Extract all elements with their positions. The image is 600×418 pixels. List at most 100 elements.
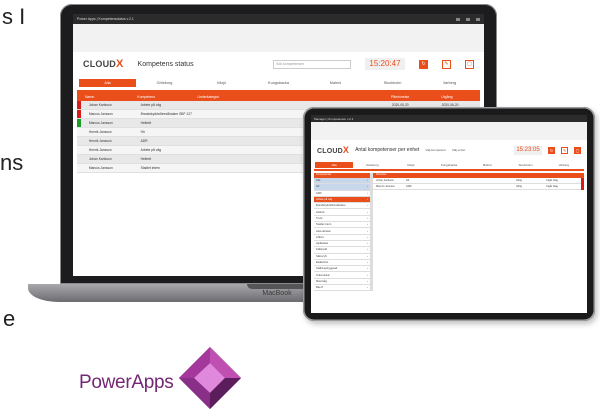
tab-malmo[interactable]: Malmö [307,81,364,85]
delete-button[interactable]: ▢ [574,146,581,154]
sidebar-item-label: Stadiet intern [316,223,332,227]
minimize-icon[interactable] [456,17,460,21]
list-cell-status: Giltig [516,185,522,188]
unit-dropdown[interactable]: Välj enhet [452,148,465,152]
competence-dropdown[interactable]: Välj kompetens [425,148,446,152]
cloudx-logo: CLOUDX [317,145,350,155]
table-cell-name: Johan Karlsson [88,103,112,107]
tablet-screen: Manager | Kompetenser v.2.1 CLOUDX Antal… [311,115,587,313]
slide-text-fragment-1: s I [2,4,26,29]
sidebar-item-label: ADR [316,191,322,195]
laptop-app-header: CLOUDX Kompetens status Sök kompetensen … [73,52,484,76]
search-input[interactable]: Sök kompetensen [273,59,351,69]
list-cell-comp: ADR [406,185,412,188]
chevron-right-icon: › [367,235,368,239]
chevron-right-icon: › [367,191,368,195]
chevron-right-icon: › [367,261,368,264]
chevron-right-icon: › [367,267,368,271]
sidebar-item-label: Heta arbeten [316,229,331,233]
tablet-app-header: CLOUDX Antal kompetenser per enhet Välj … [311,140,587,160]
status-flag [581,183,584,190]
laptop-window-title: Power Apps | Kompetensstatus v.2.1 [77,17,134,21]
list-cell-date: Utgår idag [546,179,558,182]
tab-stockholm[interactable]: Stockholm [506,163,544,167]
list-cell-name: Johan Karlsson [376,179,394,182]
laptop-notch [247,284,307,289]
column-header[interactable]: Påminnelse [391,95,441,99]
chevron-right-icon: › [367,286,368,290]
chevron-right-icon: › [367,248,368,252]
column-header[interactable]: Kompetens [137,95,197,99]
sidebar-item-label: Motorsåg [316,279,327,283]
sidebar-item-label: Heltrett [316,210,325,214]
table-cell-name: Henrik Jansson [88,139,112,143]
slide-text-fragment-3: e [3,306,16,331]
tab-alla[interactable]: Alla [79,79,136,87]
table-cell-comp: Brandskyddsföreståndare SBF 127 [140,112,192,116]
tab-goteborg[interactable]: Göteborg [136,81,193,85]
chevron-right-icon: › [367,273,368,277]
sidebar-item-label: Ställningsbyggnad [316,267,338,271]
tab-alla[interactable]: Alla [315,161,354,168]
tab-vaxjo[interactable]: Växjö [193,81,250,85]
sidebar-item-label: Hjullastare [316,242,329,246]
refresh-button[interactable]: ↻ [548,146,555,154]
table-cell-name: Johan Karlsson [88,157,112,161]
table-cell-comp: Stadiet intern [140,166,161,170]
delete-button[interactable]: ▢ [465,59,474,69]
tab-varberg[interactable]: Varberg [421,81,478,85]
chevron-right-icon: › [367,223,368,227]
chevron-right-icon: › [367,198,368,202]
table-cell-name: Henrik Jansson [88,148,112,152]
clock-display: 15:20:47 [365,58,405,70]
maximize-icon[interactable] [466,17,470,21]
list-cell-comp: Hlr [406,179,410,182]
laptop-titlebar: Power Apps | Kompetensstatus v.2.1 [73,14,484,24]
laptop-tab-bar: Alla Göteborg Växjö Kungsbacka Malmö Sto… [73,76,484,90]
laptop-gray-band [73,24,484,52]
tablet-window-title: Manager | Kompetenser v.2.1 [314,116,354,121]
sidebar-item-label: Alla [316,179,321,183]
tab-kungsbacka[interactable]: Kungsbacka [430,163,468,167]
macbook-label: MacBook [262,290,292,297]
chevron-right-icon: › [367,210,368,214]
close-icon[interactable] [476,17,480,21]
sidebar-item-label: Fallskydd [316,248,327,252]
sidebar-item[interactable]: Bas-P › [314,285,370,292]
slide-text-fragment-2: ns [0,150,24,175]
chevron-right-icon: › [367,279,368,283]
sidebar-item-label: Säkra lyft [316,254,327,258]
table-cell-comp: Arbete på väg [140,148,162,152]
page-title: Antal kompetenser per enhet [355,147,420,153]
chevron-right-icon: › [367,204,368,208]
table-cell-comp: Heltrett [140,121,152,125]
refresh-button[interactable]: ↻ [419,59,428,69]
chevron-right-icon: › [367,179,368,183]
tab-goteborg[interactable]: Göteborg [353,163,391,167]
page-title: Kompetens status [137,60,194,68]
edit-button[interactable]: ✎ [442,59,451,69]
tab-kungsbacka[interactable]: Kungsbacka [250,81,307,85]
sidebar-item-label: Hlr [316,185,320,189]
competence-sidebar: Kompetenser Alla › Hlr › ADR › Arbete på väg › B… [314,173,370,292]
tab-varberg[interactable]: Varberg [545,163,583,167]
tab-stockholm[interactable]: Stockholm [364,81,421,85]
cloudx-logo: CLOUDX [83,58,124,70]
column-header[interactable]: Utgång [441,95,480,99]
table-cell-name: Marcus Jansson [88,121,113,125]
list-item[interactable]: Marcus Jansson ADR Giltig Utgår idag [373,183,584,190]
sidebar-item-label: Bas-P [316,286,324,290]
tab-vaxjo[interactable]: Växjö [392,163,430,167]
sidebar-item-label: Liftkort [316,235,324,239]
column-header[interactable]: Underkategori [197,95,391,99]
tab-malmo[interactable]: Malmö [468,163,506,167]
clock-display: 15:23:05 [514,145,542,155]
tablet-titlebar: Manager | Kompetenser v.2.1 [311,115,587,122]
column-header[interactable]: Namn [77,95,137,99]
tablet-body: Kompetenser Alla › Hlr › ADR › Arbete på väg › B… [311,173,587,292]
edit-button[interactable]: ✎ [561,146,568,154]
tablet-gray-band [311,122,587,140]
table-cell-comp: Heltrett [140,157,152,161]
sidebar-item-label: Grävmaskin [316,273,330,277]
table-cell-name: Marcus Jansson [88,112,113,116]
